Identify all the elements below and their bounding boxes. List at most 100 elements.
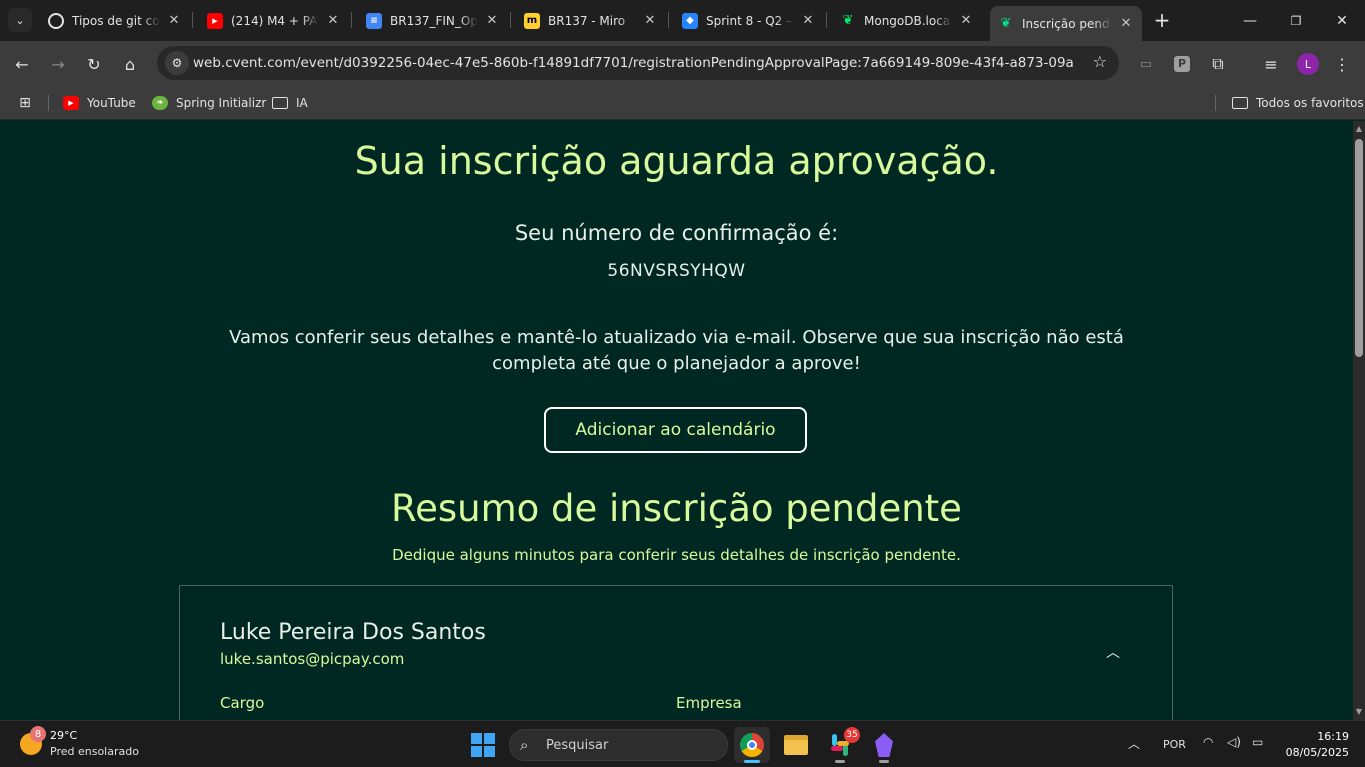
attendee-name: Luke Pereira Dos Santos (220, 620, 486, 645)
tab-separator (826, 12, 827, 28)
youtube-icon: ▶ (63, 96, 79, 110)
site-info-icon[interactable]: ⚙ (165, 51, 189, 75)
tab-separator (351, 12, 352, 28)
close-tab-icon[interactable]: ✕ (958, 13, 974, 28)
new-tab-button[interactable]: + (1150, 8, 1174, 32)
tab-mongodb[interactable]: ❦ MongoDB.local ✕ (832, 6, 982, 35)
close-tab-icon[interactable]: ✕ (1118, 16, 1134, 31)
bookmark-all-favorites[interactable]: Todos os favoritos (1232, 93, 1364, 113)
tab-miro[interactable]: m BR137 - Miro ✕ (516, 6, 666, 35)
language-indicator[interactable]: POR (1163, 738, 1186, 751)
description-line: Vamos conferir seus detalhes e mantê-lo … (229, 327, 1124, 348)
taskbar-file-explorer[interactable] (778, 727, 814, 763)
tab-youtube[interactable]: ▶ (214) M4 + PAYP ✕ (199, 6, 349, 35)
tab-cvent-active[interactable]: ❦ Inscrição pende ✕ (990, 6, 1142, 41)
tab-title: (214) M4 + PAYP (231, 13, 319, 28)
taskbar-slack[interactable]: 35 (822, 727, 860, 763)
spring-leaf-icon: ❧ (152, 96, 168, 110)
confirmation-label: Seu número de confirmação é: (514, 221, 839, 245)
tab-separator (668, 12, 669, 28)
cast-icon[interactable]: ▭ (1133, 51, 1159, 77)
minimize-button[interactable]: — (1227, 0, 1273, 41)
weather-description[interactable]: Pred ensolarado (50, 745, 139, 758)
openai-icon (48, 12, 64, 29)
chevron-up-icon[interactable]: ︿ (1106, 642, 1120, 662)
tab-jira[interactable]: ◆ Sprint 8 - Q2 — ✕ (674, 6, 824, 35)
bookmark-star-icon[interactable]: ☆ (1093, 52, 1107, 71)
mongodb-leaf-icon: ❦ (842, 13, 854, 28)
bookmark-youtube[interactable]: ▶ YouTube (63, 93, 136, 113)
folder-icon (1232, 97, 1248, 109)
mongodb-leaf-icon: ❦ (1000, 16, 1012, 31)
clock-time: 16:19 (1317, 730, 1349, 743)
close-window-button[interactable]: ✕ (1319, 0, 1365, 41)
field-label-cargo: Cargo (220, 694, 265, 712)
attendee-email: luke.santos@picpay.com (220, 650, 405, 668)
scrollbar-thumb[interactable] (1355, 139, 1363, 357)
extensions-puzzle-icon[interactable]: ⧉ (1205, 51, 1231, 77)
extension-p-icon[interactable]: P (1169, 51, 1195, 77)
tab-docs[interactable]: ≡ BR137_FIN_Oper ✕ (358, 6, 508, 35)
system-clock[interactable]: 16:19 08/05/2025 (1283, 729, 1349, 761)
running-indicator (744, 760, 760, 763)
bookmark-folder-ia[interactable]: IA (272, 93, 308, 113)
weather-temperature[interactable]: 29°C (50, 729, 77, 742)
tab-separator (192, 12, 193, 28)
close-tab-icon[interactable]: ✕ (642, 13, 658, 28)
bookmark-label: Spring Initializr (176, 96, 267, 110)
taskbar-search-box[interactable]: ⌕ Pesquisar (509, 729, 728, 761)
forward-arrow-icon[interactable]: → (45, 51, 71, 77)
add-to-calendar-button[interactable]: Adicionar ao calendário (544, 407, 807, 453)
tab-title: BR137_FIN_Oper (390, 13, 478, 28)
scroll-down-icon[interactable]: ▼ (1353, 706, 1365, 718)
profile-avatar[interactable]: L (1297, 53, 1319, 75)
pending-description: Vamos conferir seus detalhes e mantê-lo … (0, 325, 1353, 377)
google-docs-icon: ≡ (366, 12, 382, 29)
weather-badge: 8 (30, 726, 46, 742)
jira-icon: ◆ (682, 12, 698, 29)
windows-taskbar: 8 29°C Pred ensolarado ⌕ Pesquisar 35 ︿ … (0, 720, 1365, 767)
back-arrow-icon[interactable]: ← (9, 51, 35, 77)
close-tab-icon[interactable]: ✕ (800, 13, 816, 28)
running-indicator (879, 760, 889, 763)
page-content: Sua inscrição aguarda aprovação. Seu núm… (0, 121, 1353, 720)
close-tab-icon[interactable]: ✕ (325, 13, 341, 28)
tab-title: MongoDB.local (864, 13, 952, 28)
page-scrollbar[interactable]: ▲ ▼ (1353, 121, 1365, 720)
taskbar-obsidian[interactable] (866, 727, 902, 763)
windows-start-icon[interactable] (471, 733, 495, 757)
summary-subtitle: Dedique alguns minutos para conferir seu… (392, 546, 961, 564)
close-tab-icon[interactable]: ✕ (484, 13, 500, 28)
address-bar[interactable]: ⚙ web.cvent.com/event/d0392256-04ec-47e5… (157, 46, 1119, 80)
wifi-icon[interactable]: ◠ (1203, 735, 1213, 749)
scroll-up-icon[interactable]: ▲ (1353, 123, 1365, 135)
bookmark-label: YouTube (87, 96, 136, 110)
field-label-empresa: Empresa (676, 694, 742, 712)
menu-kebab-icon[interactable]: ⋮ (1329, 51, 1355, 77)
url-text[interactable]: web.cvent.com/event/d0392256-04ec-47e5-8… (193, 55, 1073, 71)
bookmark-spring-initializr[interactable]: ❧ Spring Initializr (152, 93, 266, 113)
taskbar-chrome[interactable] (734, 727, 770, 763)
youtube-icon: ▶ (207, 12, 223, 29)
volume-icon[interactable]: ◁) (1227, 735, 1241, 749)
tray-chevron-up-icon[interactable]: ︿ (1128, 735, 1140, 752)
bookmark-separator (1215, 95, 1216, 111)
home-icon[interactable]: ⌂ (117, 51, 143, 77)
reading-list-icon[interactable]: ≡ (1258, 51, 1284, 77)
close-tab-icon[interactable]: ✕ (166, 13, 182, 28)
search-placeholder: Pesquisar (546, 738, 609, 753)
summary-title: Resumo de inscrição pendente (391, 487, 962, 530)
bookmarks-bar: ⊞ ▶ YouTube ❧ Spring Initializr IA Todos… (0, 86, 1365, 120)
page-title: Sua inscrição aguarda aprovação. (354, 139, 999, 183)
battery-icon[interactable]: ▭ (1252, 735, 1263, 749)
file-explorer-icon (784, 735, 808, 755)
apps-grid-icon[interactable]: ⊞ (17, 93, 41, 113)
tab-git[interactable]: Tipos de git com ✕ (40, 6, 190, 35)
tab-search-button[interactable]: ⌄ (8, 8, 32, 32)
tab-title: Tipos de git com (72, 13, 160, 28)
reload-icon[interactable]: ↻ (81, 51, 107, 77)
restore-button[interactable]: ❐ (1273, 0, 1319, 41)
tab-title: Inscrição pende (1022, 16, 1112, 31)
tab-separator (510, 12, 511, 28)
miro-icon: m (524, 12, 540, 29)
